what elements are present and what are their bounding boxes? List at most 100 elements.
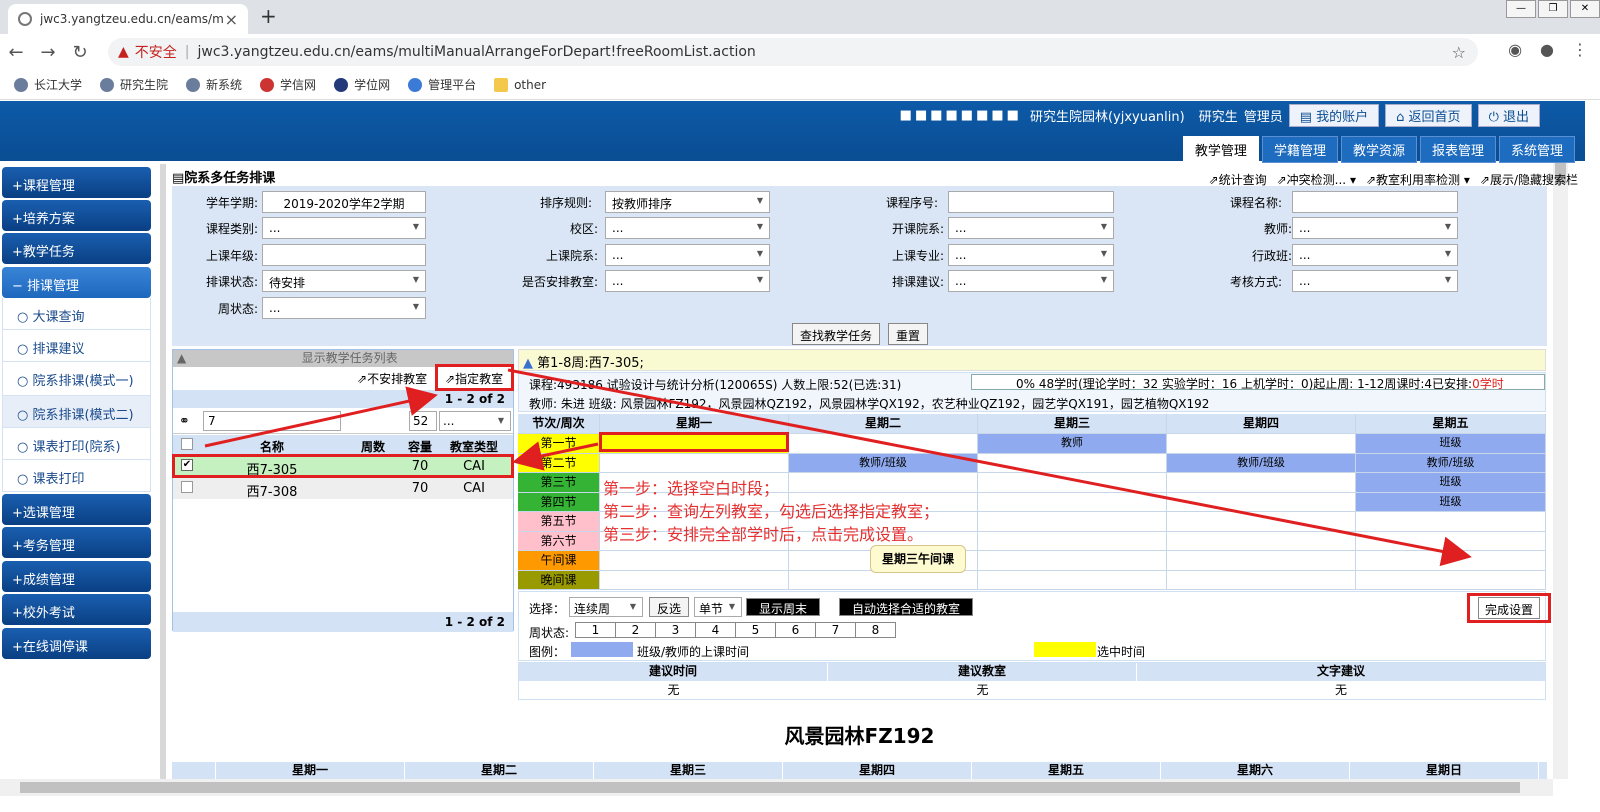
- sidebar-item-print-dept[interactable]: ○ 课表打印(院系): [2, 428, 151, 460]
- sidebar-group-grade[interactable]: +成绩管理: [2, 561, 151, 592]
- schedule-cell[interactable]: [978, 473, 1167, 493]
- reset-button[interactable]: 重置: [888, 323, 929, 345]
- course-name-input[interactable]: [1292, 191, 1458, 213]
- bookmark[interactable]: 新系统: [186, 76, 242, 93]
- tab-resources[interactable]: 教学资源: [1340, 136, 1417, 163]
- campus-select[interactable]: ...: [605, 217, 770, 239]
- sidebar-group-reschedule[interactable]: +在线调停课: [2, 628, 151, 659]
- forward-icon[interactable]: →: [32, 42, 64, 63]
- reload-icon[interactable]: ↻: [64, 42, 96, 63]
- minimize-button[interactable]: —: [1506, 0, 1536, 18]
- sidebar-group-exam[interactable]: +考务管理: [2, 527, 151, 558]
- bookmark-folder[interactable]: other: [494, 77, 546, 92]
- sidebar-group-plan[interactable]: +培养方案: [2, 200, 151, 231]
- schedule-cell[interactable]: 教师: [978, 434, 1167, 454]
- week-box[interactable]: 4: [695, 622, 736, 638]
- schedule-cell[interactable]: 班级: [1356, 434, 1546, 454]
- capacity-filter[interactable]: 52: [409, 411, 437, 431]
- schedule-cell[interactable]: [978, 531, 1167, 551]
- maximize-button[interactable]: ❐: [1538, 0, 1568, 18]
- bookmark[interactable]: 管理平台: [408, 76, 476, 93]
- room-name-filter[interactable]: 7: [203, 411, 341, 431]
- arranged-select[interactable]: ...: [605, 270, 770, 292]
- schedule-cell[interactable]: [789, 473, 978, 493]
- week-box[interactable]: 6: [775, 622, 816, 638]
- schedule-cell[interactable]: 班级: [1356, 473, 1546, 493]
- sidebar-group-external[interactable]: +校外考试: [2, 594, 151, 625]
- status-select[interactable]: 待安排: [262, 270, 426, 292]
- schedule-cell[interactable]: [1356, 531, 1546, 551]
- schedule-cell[interactable]: 班级: [1356, 492, 1546, 512]
- schedule-cell[interactable]: 教师/班级: [1167, 453, 1356, 473]
- week-box[interactable]: 1: [575, 622, 616, 638]
- major-select[interactable]: ...: [948, 244, 1114, 266]
- no-room-link[interactable]: ⇗不安排教室: [357, 370, 427, 387]
- tab-enrollment[interactable]: 学籍管理: [1261, 136, 1338, 163]
- show-weekend-button[interactable]: 显示周末: [746, 598, 821, 616]
- sidebar-item-mode1[interactable]: ○ 院系排课(模式一): [2, 362, 151, 396]
- dept-select[interactable]: ...: [948, 217, 1114, 239]
- admin-class-select[interactable]: ...: [1292, 244, 1458, 266]
- course-no-input[interactable]: [948, 191, 1114, 213]
- row-checkbox[interactable]: [181, 481, 193, 493]
- browser-tab[interactable]: jwc3.yangtzeu.edu.cn/eams/m ×: [8, 4, 248, 34]
- tab-teaching[interactable]: 教学管理: [1182, 136, 1259, 163]
- horizontal-scrollbar[interactable]: [0, 779, 1553, 796]
- order-select[interactable]: 按教师排序: [605, 191, 770, 213]
- bookmark[interactable]: 研究生院: [100, 76, 168, 93]
- term-input[interactable]: 2019-2020学年2学期: [262, 191, 426, 213]
- teacher-select[interactable]: ...: [1292, 217, 1458, 239]
- extension-icon[interactable]: ◉: [1508, 40, 1522, 59]
- schedule-cell[interactable]: [978, 570, 1167, 590]
- invert-button[interactable]: 反选: [649, 597, 690, 617]
- sidebar-item-mode2[interactable]: ○ 院系排课(模式二): [2, 396, 151, 428]
- course-type-select[interactable]: ...: [262, 217, 426, 239]
- schedule-cell[interactable]: [1167, 512, 1356, 532]
- grade-input[interactable]: [262, 244, 426, 266]
- week-box[interactable]: 2: [615, 622, 656, 638]
- close-window-button[interactable]: ✕: [1570, 0, 1600, 18]
- sidebar-item-print[interactable]: ○ 课表打印: [2, 460, 151, 492]
- week-mode-select[interactable]: 连续周: [569, 597, 643, 617]
- week-status-select[interactable]: ...: [262, 297, 426, 319]
- menu-icon[interactable]: ⋮: [1572, 40, 1588, 59]
- logout-button[interactable]: ⏻ 退出: [1477, 104, 1540, 127]
- select-all-checkbox[interactable]: [181, 438, 193, 450]
- week-box[interactable]: 8: [855, 622, 896, 638]
- sidebar-group-select[interactable]: +选课管理: [2, 494, 151, 525]
- week-box[interactable]: 5: [735, 622, 776, 638]
- tab-reports[interactable]: 报表管理: [1419, 136, 1496, 163]
- bookmark[interactable]: 学信网: [260, 76, 316, 93]
- schedule-cell[interactable]: [1356, 570, 1546, 590]
- schedule-cell[interactable]: [1167, 531, 1356, 551]
- sidebar-item-suggest[interactable]: ○ 排课建议: [2, 330, 151, 362]
- bookmark[interactable]: 长江大学: [14, 76, 82, 93]
- profile-icon[interactable]: ●: [1540, 40, 1554, 59]
- suggest-select[interactable]: ...: [948, 270, 1114, 292]
- star-icon[interactable]: ☆: [1452, 43, 1466, 62]
- schedule-cell[interactable]: [978, 453, 1167, 473]
- back-icon[interactable]: ←: [0, 42, 32, 63]
- week-box[interactable]: 7: [815, 622, 856, 638]
- splitter[interactable]: [160, 164, 166, 779]
- schedule-cell[interactable]: [1167, 492, 1356, 512]
- schedule-cell[interactable]: [978, 551, 1167, 571]
- schedule-cell[interactable]: [1356, 512, 1546, 532]
- schedule-cell[interactable]: [1167, 570, 1356, 590]
- bookmark[interactable]: 学位网: [334, 76, 390, 93]
- schedule-cell[interactable]: [600, 453, 789, 473]
- sidebar-group-course[interactable]: +课程管理: [2, 167, 151, 198]
- account-button[interactable]: ▤ 我的账户: [1288, 104, 1380, 127]
- sidebar-item-query[interactable]: ○ 大课查询: [2, 298, 151, 330]
- type-filter[interactable]: ...: [439, 411, 511, 431]
- period-mode-select[interactable]: 单节: [694, 597, 742, 617]
- schedule-cell[interactable]: [1167, 551, 1356, 571]
- sidebar-group-task[interactable]: +教学任务: [2, 233, 151, 264]
- search-button[interactable]: 查找教学任务: [792, 323, 881, 345]
- page-scrollbar[interactable]: [1553, 101, 1568, 779]
- schedule-cell[interactable]: [789, 434, 978, 454]
- home-button[interactable]: ⌂ 返回首页: [1385, 104, 1472, 127]
- auto-room-button[interactable]: 自动选择合适的教室: [839, 598, 974, 616]
- schedule-cell[interactable]: [1356, 551, 1546, 571]
- schedule-cell[interactable]: [978, 512, 1167, 532]
